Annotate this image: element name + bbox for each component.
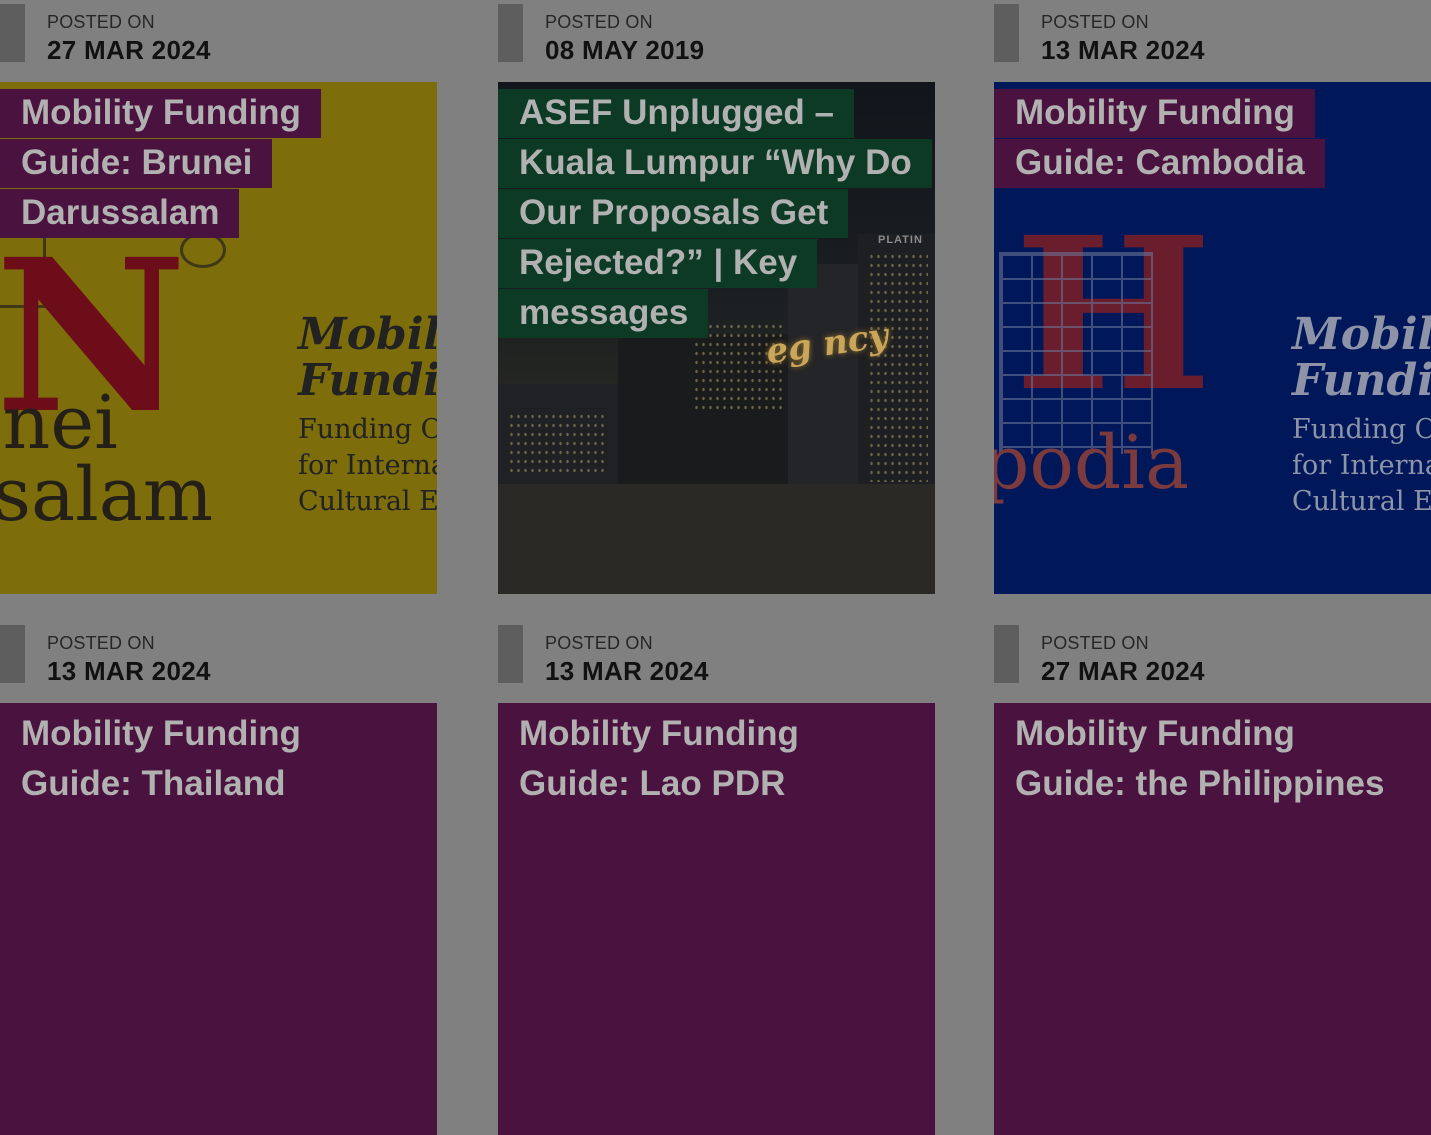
post-title[interactable]: Mobility Funding Guide: Brunei Darussala… bbox=[0, 89, 321, 238]
meta-bar bbox=[994, 4, 1019, 62]
thumb-guide-line: Fundi bbox=[1292, 355, 1431, 406]
thumb-country-name: podia bbox=[994, 420, 1190, 506]
thumb-name-line: unei bbox=[0, 380, 118, 466]
thumb-guide-line: for Internat bbox=[298, 450, 437, 481]
post-date: 13 MAR 2024 bbox=[47, 656, 211, 686]
meta-bar bbox=[994, 625, 1019, 683]
post-thumbnail[interactable]: Mobility Funding Guide: Lao PDR bbox=[498, 703, 935, 1135]
photo-rooftop bbox=[498, 484, 935, 594]
post-meta: POSTED ON 13 MAR 2024 bbox=[0, 621, 437, 703]
thumb-country-name: unei ssalam bbox=[0, 380, 214, 538]
posted-on-label: POSTED ON bbox=[1041, 633, 1149, 653]
post-meta: POSTED ON 27 MAR 2024 bbox=[0, 0, 437, 82]
post-card[interactable]: POSTED ON 27 MAR 2024 Mobility Funding G… bbox=[994, 621, 1431, 1135]
meta-bar bbox=[498, 4, 523, 62]
posted-on-label: POSTED ON bbox=[47, 12, 155, 32]
thumb-guide-line: Cultural Ex bbox=[298, 486, 437, 517]
posted-on-label: POSTED ON bbox=[1041, 12, 1149, 32]
thumb-guide-line: Funding Op bbox=[1292, 414, 1431, 445]
post-title[interactable]: Mobility Funding Guide: Cambodia bbox=[994, 89, 1325, 188]
post-card[interactable]: POSTED ON 13 MAR 2024 Mobility Funding G… bbox=[498, 621, 935, 1135]
thumb-guide-line: Mobili bbox=[1292, 309, 1431, 360]
meta-bar bbox=[0, 4, 25, 62]
post-title-link[interactable]: Mobility Funding Guide: Thailand bbox=[0, 709, 420, 809]
post-date: 08 MAY 2019 bbox=[545, 35, 705, 65]
thumb-guide-text: Mobili Fundi Funding Op for Internat Cul… bbox=[298, 312, 437, 520]
post-title[interactable]: Mobility Funding Guide: Thailand bbox=[0, 710, 321, 809]
photo-windows bbox=[508, 412, 608, 472]
post-title-link[interactable]: ASEF Unplugged – Kuala Lumpur “Why Do Ou… bbox=[498, 88, 932, 338]
post-title[interactable]: Mobility Funding Guide: the Philippines bbox=[994, 710, 1404, 809]
post-title[interactable]: ASEF Unplugged – Kuala Lumpur “Why Do Ou… bbox=[498, 89, 932, 338]
post-card[interactable]: POSTED ON 27 MAR 2024 N unei ssalam Mobi… bbox=[0, 0, 437, 594]
post-card[interactable]: POSTED ON 13 MAR 2024 Mobility Funding G… bbox=[0, 621, 437, 1135]
post-title-link[interactable]: Mobility Funding Guide: Cambodia bbox=[994, 88, 1414, 188]
thumb-guide-line: Mobili bbox=[298, 309, 437, 360]
post-meta: POSTED ON 13 MAR 2024 bbox=[994, 0, 1431, 82]
post-meta: POSTED ON 27 MAR 2024 bbox=[994, 621, 1431, 703]
post-date: 27 MAR 2024 bbox=[1041, 656, 1205, 686]
post-title-link[interactable]: Mobility Funding Guide: Lao PDR bbox=[498, 709, 918, 809]
thumb-guide-text: Mobili Fundi Funding Op for Internat Cul… bbox=[1292, 312, 1431, 520]
post-meta: POSTED ON 13 MAR 2024 bbox=[498, 621, 935, 703]
post-title-link[interactable]: Mobility Funding Guide: the Philippines bbox=[994, 709, 1414, 809]
posted-on-label: POSTED ON bbox=[545, 12, 653, 32]
meta-bar bbox=[498, 625, 523, 683]
post-title-link[interactable]: Mobility Funding Guide: Brunei Darussala… bbox=[0, 88, 420, 238]
thumb-name-line: podia bbox=[994, 420, 1190, 506]
post-date: 27 MAR 2024 bbox=[47, 35, 211, 65]
post-thumbnail[interactable]: H podia Mobili Fundi Funding Op for Inte… bbox=[994, 82, 1431, 594]
thumb-guide-line: Cultural Ex bbox=[1292, 486, 1431, 517]
posted-on-label: POSTED ON bbox=[47, 633, 155, 653]
post-meta: POSTED ON 08 MAY 2019 bbox=[498, 0, 935, 82]
post-thumbnail[interactable]: N unei ssalam Mobili Fundi Funding Op fo… bbox=[0, 82, 437, 594]
post-card[interactable]: POSTED ON 13 MAR 2024 H podia Mobili Fun… bbox=[994, 0, 1431, 594]
post-date: 13 MAR 2024 bbox=[545, 656, 709, 686]
thumb-name-line: ssalam bbox=[0, 452, 214, 538]
post-thumbnail[interactable]: PLATIN eg ncy ASEF Unplugged – Kuala Lum… bbox=[498, 82, 935, 594]
thumb-guide-line: Funding Op bbox=[298, 414, 437, 445]
meta-bar bbox=[0, 625, 25, 683]
thumb-guide-line: Fundi bbox=[298, 355, 437, 406]
posted-on-label: POSTED ON bbox=[545, 633, 653, 653]
post-thumbnail[interactable]: Mobility Funding Guide: the Philippines bbox=[994, 703, 1431, 1135]
post-title[interactable]: Mobility Funding Guide: Lao PDR bbox=[498, 710, 819, 809]
post-card[interactable]: POSTED ON 08 MAY 2019 PLATIN eg ncy ASEF… bbox=[498, 0, 935, 594]
post-date: 13 MAR 2024 bbox=[1041, 35, 1205, 65]
thumb-guide-line: for Internat bbox=[1292, 450, 1431, 481]
post-thumbnail[interactable]: Mobility Funding Guide: Thailand bbox=[0, 703, 437, 1135]
